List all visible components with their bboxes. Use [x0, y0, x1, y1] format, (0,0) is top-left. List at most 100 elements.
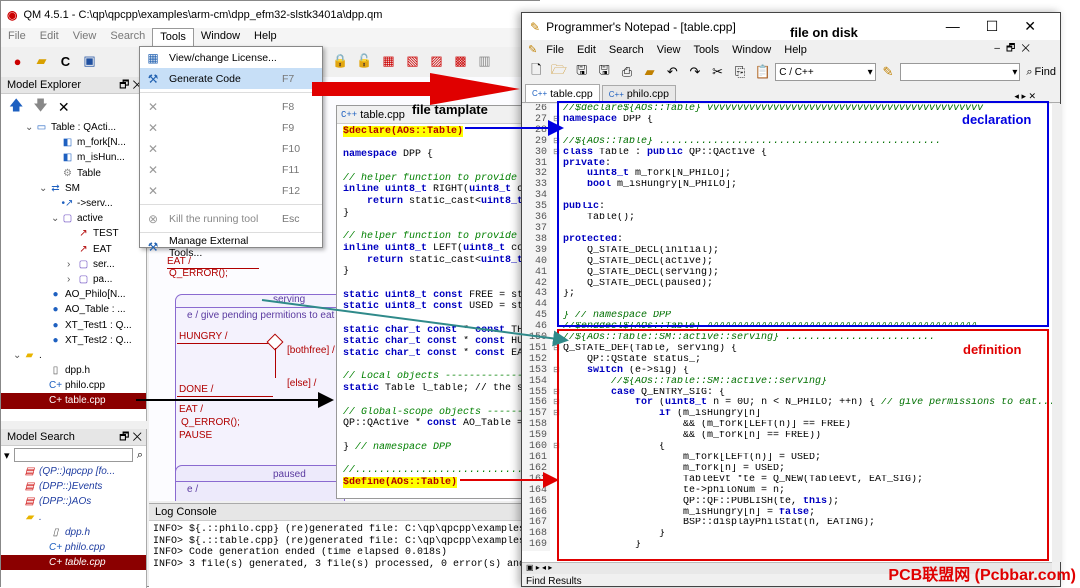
- explorer-item[interactable]: ⚙ Table: [1, 166, 146, 181]
- tools-menu-item[interactable]: ⚒ Manage External Tools...: [140, 235, 322, 259]
- state-paused[interactable]: [175, 465, 345, 501]
- tab-table-cpp[interactable]: C++ table.cpp: [525, 84, 600, 102]
- transition-done-label[interactable]: DONE /: [179, 384, 213, 395]
- fold-marker-icon[interactable]: ⊟: [550, 115, 563, 126]
- explorer-item[interactable]: ● AO_Philo[N...: [1, 287, 146, 302]
- pn-menu-search[interactable]: Search: [603, 43, 650, 57]
- tools-menu-item[interactable]: ⊗ Kill the running tool Esc: [140, 208, 322, 229]
- explorer-item[interactable]: ⌄ ▰.: [1, 348, 146, 363]
- save-all-icon[interactable]: 🖫: [594, 62, 615, 83]
- tools-menu-item[interactable]: ✕ F12: [140, 180, 322, 201]
- move-up-icon[interactable]: 🡅: [9, 95, 23, 119]
- pn-menu-file[interactable]: File: [540, 43, 570, 57]
- tools-menu-item[interactable]: ✕ F9: [140, 117, 322, 138]
- menu-edit[interactable]: Edit: [33, 28, 66, 47]
- tab-scroll-icon[interactable]: ◂ ▸ ✕: [1014, 91, 1060, 102]
- search-item[interactable]: ▯ dpp.h: [1, 525, 146, 540]
- guard-bothfree[interactable]: [bothfree] /: [287, 345, 335, 356]
- explorer-item[interactable]: ↗ TEST: [1, 226, 146, 241]
- expand-arrow-icon[interactable]: ›: [67, 259, 77, 270]
- transition-hungry-label[interactable]: HUNGRY /: [179, 331, 228, 342]
- explorer-item[interactable]: C+ philo.cpp: [1, 378, 146, 393]
- notepad-editor[interactable]: 26//$declare${AOs::Table} vvvvvvvvvvvvvv…: [522, 104, 1052, 562]
- explorer-item[interactable]: ⌄ ▢ active: [1, 211, 146, 226]
- pn-menu-edit[interactable]: Edit: [571, 43, 602, 57]
- explorer-item[interactable]: › ▢ ser...: [1, 257, 146, 272]
- tools-menu-item[interactable]: ✕ F10: [140, 138, 322, 159]
- toolbar-icon-b[interactable]: ▦: [378, 51, 399, 72]
- toolbar-icon-f[interactable]: ▥: [474, 51, 495, 72]
- explorer-item[interactable]: ▯ dpp.h: [1, 363, 146, 378]
- delete-icon[interactable]: ✕: [58, 99, 70, 116]
- redo-icon[interactable]: ↷: [685, 62, 706, 83]
- fold-marker-icon[interactable]: ⊟: [550, 137, 563, 148]
- save-icon[interactable]: ▣: [79, 51, 100, 72]
- highlight-icon[interactable]: ✎: [878, 62, 899, 83]
- expand-arrow-icon[interactable]: ⌄: [13, 350, 23, 361]
- save-file-icon[interactable]: 🖫: [571, 62, 592, 83]
- paste-icon[interactable]: 📋: [753, 62, 774, 83]
- pn-menu-view[interactable]: View: [651, 43, 687, 57]
- new-file-icon[interactable]: 🗋: [526, 62, 547, 83]
- menu-window[interactable]: Window: [194, 28, 247, 47]
- fold-marker-icon[interactable]: ⊟: [550, 442, 563, 453]
- scheme-select[interactable]: C / C++ ▾: [775, 63, 876, 81]
- explorer-item[interactable]: C+ table.cpp: [1, 393, 146, 409]
- search-item[interactable]: C+ table.cpp: [1, 555, 146, 571]
- undo-icon[interactable]: ↶: [662, 62, 683, 83]
- open-icon[interactable]: ▰: [31, 51, 52, 72]
- menu-search[interactable]: Search: [103, 28, 152, 47]
- editor-vscrollbar[interactable]: [1052, 104, 1062, 562]
- explorer-item[interactable]: › ▢ pa...: [1, 272, 146, 287]
- transition-eat2-label[interactable]: EAT /: [179, 404, 203, 415]
- folder-icon[interactable]: ▰: [639, 62, 660, 83]
- toolbar-icon-c[interactable]: ▧: [402, 51, 423, 72]
- search-item[interactable]: C+ philo.cpp: [1, 540, 146, 555]
- tools-menu-item[interactable]: ✕ F8: [140, 96, 322, 117]
- print-icon[interactable]: ⎙: [617, 62, 638, 83]
- search-item[interactable]: ▤ (QP::)qpcpp [fo...: [1, 464, 146, 479]
- open-file-icon[interactable]: 🗁: [549, 62, 570, 83]
- unlock-icon[interactable]: 🔓: [354, 51, 375, 72]
- menu-tools[interactable]: Tools: [152, 28, 194, 47]
- menu-file[interactable]: File: [1, 28, 33, 47]
- toolbar-icon-d[interactable]: ▨: [426, 51, 447, 72]
- template-code[interactable]: $declare(AOs::Table) namespace DPP {// he…: [337, 124, 535, 488]
- fold-marker-icon[interactable]: ⊟: [550, 398, 563, 409]
- fold-marker-icon[interactable]: ⊟: [550, 366, 563, 377]
- toolbar-icon-e[interactable]: ▩: [450, 51, 471, 72]
- expand-arrow-icon[interactable]: ⌄: [51, 213, 61, 224]
- explorer-item[interactable]: ● XT_Test2 : Q...: [1, 333, 146, 348]
- guard-else[interactable]: [else] /: [287, 378, 316, 389]
- explorer-item[interactable]: ↗ EAT: [1, 242, 146, 257]
- expand-arrow-icon[interactable]: ⌄: [25, 122, 35, 133]
- expand-arrow-icon[interactable]: ›: [67, 274, 77, 285]
- pn-menu-window[interactable]: Window: [726, 43, 777, 57]
- menu-help[interactable]: Help: [247, 28, 284, 47]
- pn-menu-tools[interactable]: Tools: [687, 43, 725, 57]
- search-item[interactable]: ▤ (DPP::)AOs: [1, 494, 146, 509]
- new-model-icon[interactable]: ●: [7, 51, 28, 72]
- move-down-icon[interactable]: 🡇: [33, 95, 47, 119]
- search-icon[interactable]: ⌕: [137, 449, 143, 462]
- filter-icon[interactable]: ▾: [4, 449, 10, 462]
- file-template-editor[interactable]: C++ table.cpp $declare(AOs::Table) namesp…: [336, 105, 536, 499]
- search-input[interactable]: [13, 448, 133, 462]
- lock-icon[interactable]: 🔒: [330, 51, 351, 72]
- pn-menu-help[interactable]: Help: [778, 43, 813, 57]
- tools-menu-item[interactable]: ⚒ Generate Code F7: [140, 68, 322, 89]
- reload-icon[interactable]: C: [55, 51, 76, 72]
- find-button[interactable]: ⌕ Find: [1022, 66, 1060, 79]
- menu-view[interactable]: View: [66, 28, 104, 47]
- mdi-controls[interactable]: –🗗✕: [994, 41, 1060, 58]
- explorer-item[interactable]: ◧ m_isHun...: [1, 150, 146, 165]
- q-error2-label[interactable]: Q_ERROR();: [181, 417, 240, 428]
- minimize-icon[interactable]: —: [946, 18, 960, 35]
- close-icon[interactable]: ✕: [1024, 18, 1036, 35]
- fold-marker-icon[interactable]: ⊟: [550, 388, 563, 399]
- fold-marker-icon[interactable]: ⊟: [550, 409, 563, 420]
- find-input[interactable]: ▾: [900, 63, 1021, 81]
- explorer-item[interactable]: •↗ ->serv...: [1, 196, 146, 211]
- tools-menu-item[interactable]: ✕ F11: [140, 159, 322, 180]
- cut-icon[interactable]: ✂: [707, 62, 728, 83]
